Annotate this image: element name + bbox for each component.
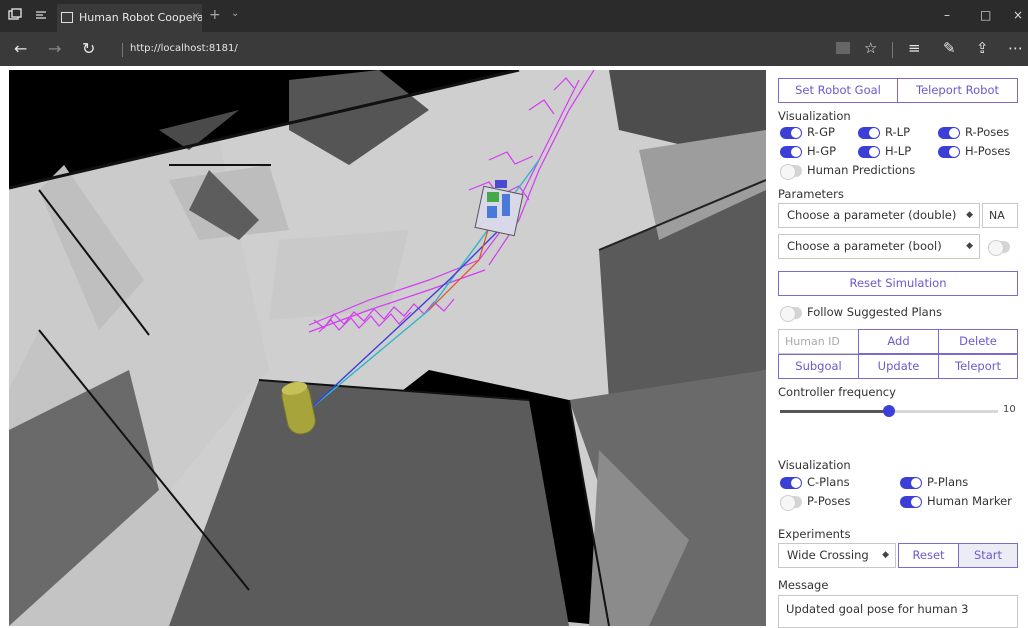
select-caret-icon: ◆ (966, 241, 973, 251)
update-button[interactable]: Update (858, 354, 939, 379)
parameter-bool-select-value: Choose a parameter (bool) (787, 239, 942, 253)
select-caret-icon: ◆ (882, 550, 889, 560)
refresh-icon[interactable]: ↻ (82, 40, 95, 58)
controller-frequency-label: Controller frequency (778, 385, 896, 399)
toggle-label-h-lp: H-LP (885, 144, 912, 158)
nav-divider (122, 43, 123, 57)
new-tab-icon[interactable]: + (209, 7, 221, 23)
nav-divider-2 (892, 42, 893, 58)
parameters-label: Parameters (778, 187, 844, 201)
toggle-label-h-gp: H-GP (807, 144, 837, 158)
experiments-label: Experiments (778, 527, 851, 541)
teleport-robot-button[interactable]: Teleport Robot (897, 78, 1018, 103)
set-tabs-aside-icon[interactable] (34, 8, 48, 22)
toggle-p-plans[interactable] (900, 477, 922, 489)
experiment-reset-button[interactable]: Reset (898, 543, 959, 568)
toggle-h-lp[interactable] (858, 146, 880, 158)
toggle-label-r-poses: R-Poses (965, 125, 1010, 139)
toggle-label-c-plans: C-Plans (807, 475, 850, 489)
toggle-p-poses[interactable] (780, 495, 802, 511)
parameter-double-select[interactable]: Choose a parameter (double) ◆ (778, 203, 980, 228)
minimize-icon[interactable]: – (944, 8, 950, 22)
toggle-label-human-predictions: Human Predictions (807, 163, 916, 177)
human-id-input[interactable]: Human ID (778, 329, 859, 354)
delete-human-button[interactable]: Delete (938, 329, 1018, 354)
reset-simulation-button[interactable]: Reset Simulation (778, 271, 1018, 296)
tab-human-robot-cooperation[interactable]: Human Robot Cooperat (57, 4, 202, 32)
reading-view-icon[interactable] (836, 42, 850, 54)
controller-frequency-slider-fill (780, 410, 889, 413)
window-menu-icon[interactable] (8, 8, 22, 22)
experiment-select[interactable]: Wide Crossing ◆ (778, 543, 896, 568)
parameter-bool-select[interactable]: Choose a parameter (bool) ◆ (778, 234, 980, 259)
visualization-2-label: Visualization (778, 458, 851, 472)
parameter-double-select-value: Choose a parameter (double) (787, 208, 957, 222)
toggle-r-lp[interactable] (858, 127, 880, 139)
web-note-icon[interactable]: ✎ (943, 39, 956, 57)
toggle-r-gp[interactable] (780, 127, 802, 139)
address-bar[interactable]: http://localhost:8181/ (130, 42, 238, 56)
toggle-r-poses[interactable] (938, 127, 960, 139)
toggle-label-h-poses: H-Poses (965, 144, 1011, 158)
favorite-star-icon[interactable]: ☆ (864, 39, 877, 57)
message-label: Message (778, 578, 829, 592)
experiment-start-button[interactable]: Start (958, 543, 1018, 568)
tab-list-chevron-icon[interactable]: ⌄ (231, 8, 239, 19)
toggle-label-p-plans: P-Plans (927, 475, 969, 489)
add-human-button[interactable]: Add (858, 329, 939, 354)
map-render (9, 70, 766, 626)
message-box: Updated goal pose for human 3 (778, 595, 1018, 628)
page-icon (61, 12, 73, 23)
toggle-human-marker[interactable] (900, 496, 922, 508)
simulation-viewport[interactable] (9, 70, 766, 626)
parameter-double-value[interactable]: NA (982, 203, 1018, 228)
toggle-label-human-marker: Human Marker (927, 494, 1012, 508)
back-arrow-icon[interactable]: ← (14, 40, 27, 58)
maximize-icon[interactable]: □ (980, 8, 991, 22)
browser-nav-bar: ← → ↻ http://localhost:8181/ ☆ ≡ ✎ ⇪ ⋯ (0, 32, 1028, 66)
toggle-parameter-bool[interactable] (988, 240, 1010, 256)
toggle-h-poses[interactable] (938, 146, 960, 158)
set-robot-goal-button[interactable]: Set Robot Goal (778, 78, 898, 103)
subgoal-button[interactable]: Subgoal (778, 354, 859, 379)
share-icon[interactable]: ⇪ (976, 39, 989, 57)
experiment-select-value: Wide Crossing (787, 548, 869, 562)
controller-frequency-value: 10 (1003, 404, 1016, 415)
more-icon[interactable]: ⋯ (1008, 39, 1023, 57)
teleport-human-button[interactable]: Teleport (938, 354, 1018, 379)
toggle-c-plans[interactable] (780, 477, 802, 489)
toggle-h-gp[interactable] (780, 146, 802, 158)
toggle-label-p-poses: P-Poses (807, 494, 851, 508)
toggle-human-predictions[interactable] (780, 164, 802, 180)
tab-close-icon[interactable]: × (191, 10, 200, 22)
toggle-label-r-lp: R-LP (885, 125, 911, 139)
tab-title: Human Robot Cooperat (79, 11, 202, 24)
control-panel: Set Robot Goal Teleport Robot Visualizat… (770, 70, 1028, 628)
toggle-label-follow-suggested-plans: Follow Suggested Plans (807, 305, 942, 319)
forward-arrow-icon[interactable]: → (48, 40, 61, 58)
close-window-icon[interactable]: × (1013, 8, 1023, 22)
hub-icon[interactable]: ≡ (908, 39, 921, 57)
browser-title-bar: Human Robot Cooperat × + ⌄ – □ × (0, 0, 1028, 32)
select-caret-icon: ◆ (966, 210, 973, 220)
toggle-label-r-gp: R-GP (807, 125, 835, 139)
controller-frequency-slider-thumb[interactable] (883, 405, 895, 417)
toggle-follow-suggested-plans[interactable] (780, 306, 802, 322)
visualization-label: Visualization (778, 109, 851, 123)
